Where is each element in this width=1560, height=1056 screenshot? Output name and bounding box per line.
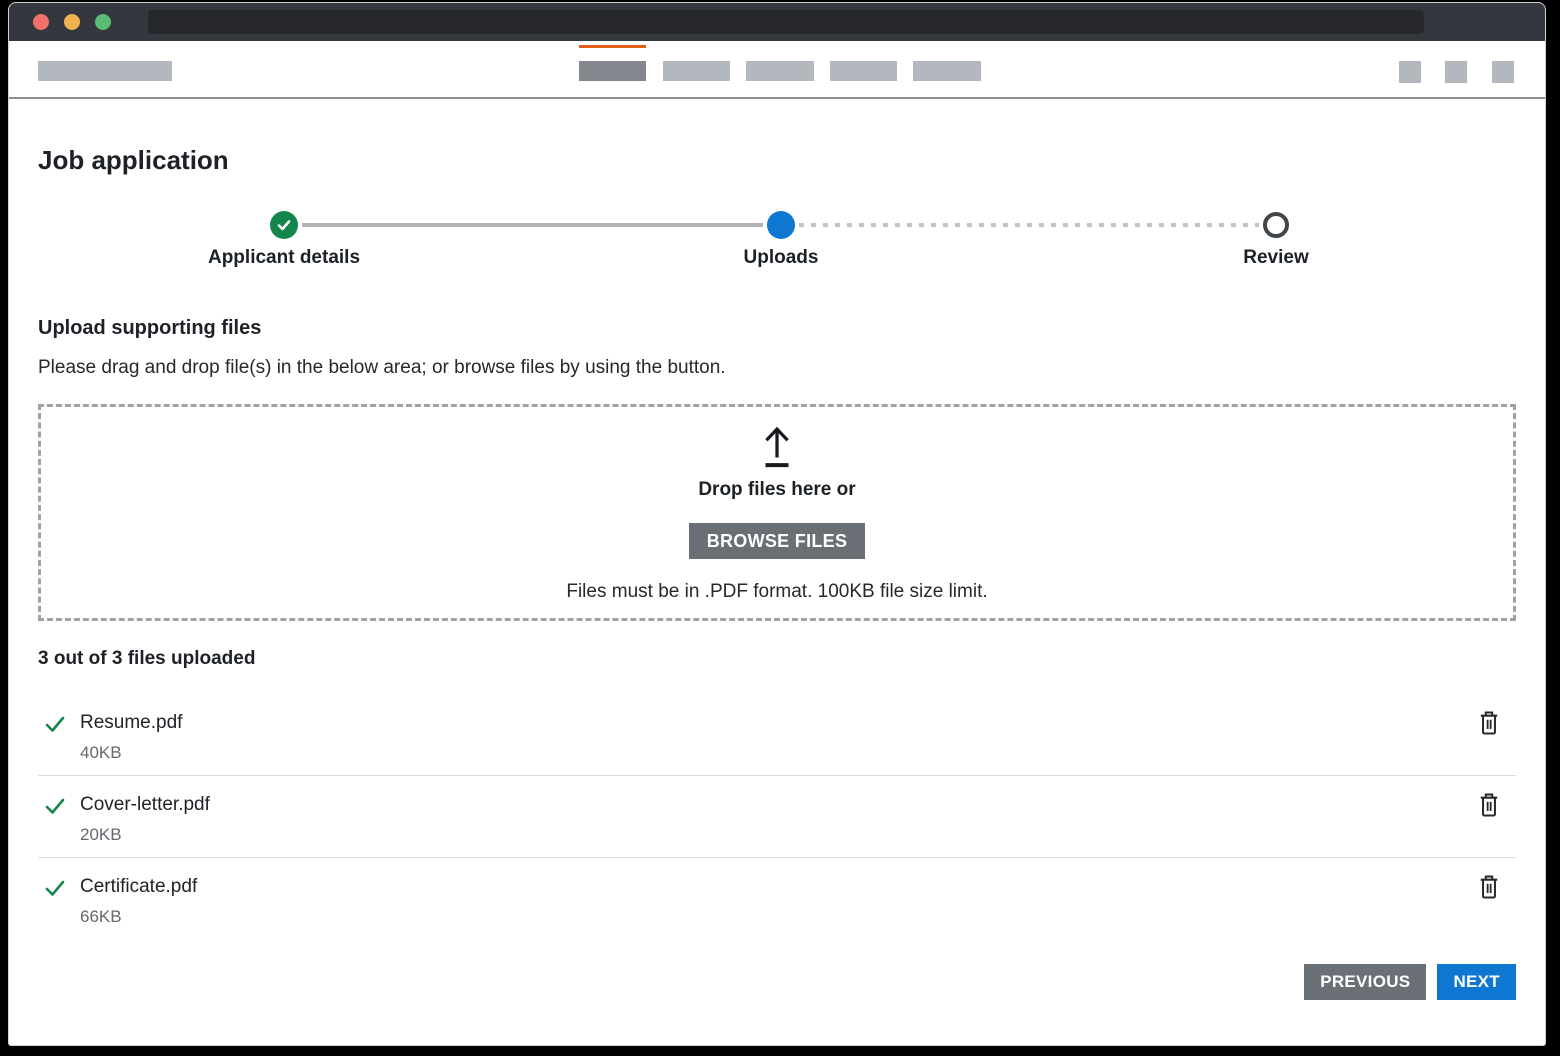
files-uploaded-summary: 3 out of 3 files uploaded [38,647,1516,671]
file-row-certificate: Certificate.pdf 66KB [38,858,1516,939]
upload-arrow-icon [753,421,801,469]
nav-icon-placeholder-2[interactable] [1445,61,1467,83]
nav-item-2[interactable] [663,61,730,81]
maximize-window-button[interactable] [95,14,111,30]
drop-files-text: Drop files here or [698,477,855,503]
address-bar[interactable] [148,10,1424,34]
nav-item-5[interactable] [913,61,981,81]
step-label-review: Review [1243,247,1308,269]
close-window-button[interactable] [33,14,49,30]
file-uploaded-check-icon [44,877,66,899]
page-title: Job application [38,143,1516,177]
browser-window: Job application Applicant details Upload… [8,2,1546,1046]
step-label-uploads: Uploads [744,247,819,269]
file-size: 66KB [80,906,197,928]
file-size: 40KB [80,742,182,764]
file-format-hint: Files must be in .PDF format. 100KB file… [566,579,987,605]
browse-files-button[interactable]: BROWSE FILES [689,523,866,559]
active-nav-accent [579,45,646,48]
file-uploaded-check-icon [44,795,66,817]
minimize-window-button[interactable] [64,14,80,30]
file-row-cover-letter: Cover-letter.pdf 20KB [38,776,1516,858]
step-connector-solid [302,223,763,227]
check-icon [276,217,292,233]
delete-file-button[interactable] [1478,874,1500,900]
file-dropzone[interactable]: Drop files here or BROWSE FILES Files mu… [38,404,1516,621]
file-size: 20KB [80,824,210,846]
browser-titlebar [9,3,1545,41]
wizard-footer: PREVIOUS NEXT [38,964,1516,1000]
previous-button[interactable]: PREVIOUS [1304,964,1426,1000]
step-circle-uploads[interactable] [767,211,795,239]
nav-icon-placeholder-1[interactable] [1399,61,1421,83]
trash-icon [1478,874,1500,900]
step-circle-applicant-details[interactable] [270,211,298,239]
nav-item-1-active[interactable] [579,61,646,81]
site-navbar [9,41,1545,99]
progress-stepper: Applicant details Uploads Review [38,201,1516,281]
delete-file-button[interactable] [1478,710,1500,736]
nav-item-4[interactable] [830,61,897,81]
window-controls [33,14,111,30]
upload-section-title: Upload supporting files [38,315,1516,341]
trash-icon [1478,792,1500,818]
trash-icon [1478,710,1500,736]
file-name: Resume.pdf [80,710,182,736]
upload-section-description: Please drag and drop file(s) in the belo… [38,355,1516,381]
delete-file-button[interactable] [1478,792,1500,818]
file-uploaded-check-icon [44,713,66,735]
nav-item-3[interactable] [746,61,814,81]
step-connector-dotted [799,223,1259,227]
nav-icon-placeholder-3[interactable] [1492,61,1514,83]
uploaded-file-list: Resume.pdf 40KB [38,694,1516,939]
step-circle-review[interactable] [1263,212,1289,238]
file-row-resume: Resume.pdf 40KB [38,694,1516,776]
file-name: Certificate.pdf [80,874,197,900]
next-button[interactable]: NEXT [1437,964,1516,1000]
step-label-applicant-details: Applicant details [208,247,360,269]
logo-placeholder [38,61,172,81]
file-name: Cover-letter.pdf [80,792,210,818]
main-content: Job application Applicant details Upload… [9,143,1545,1000]
